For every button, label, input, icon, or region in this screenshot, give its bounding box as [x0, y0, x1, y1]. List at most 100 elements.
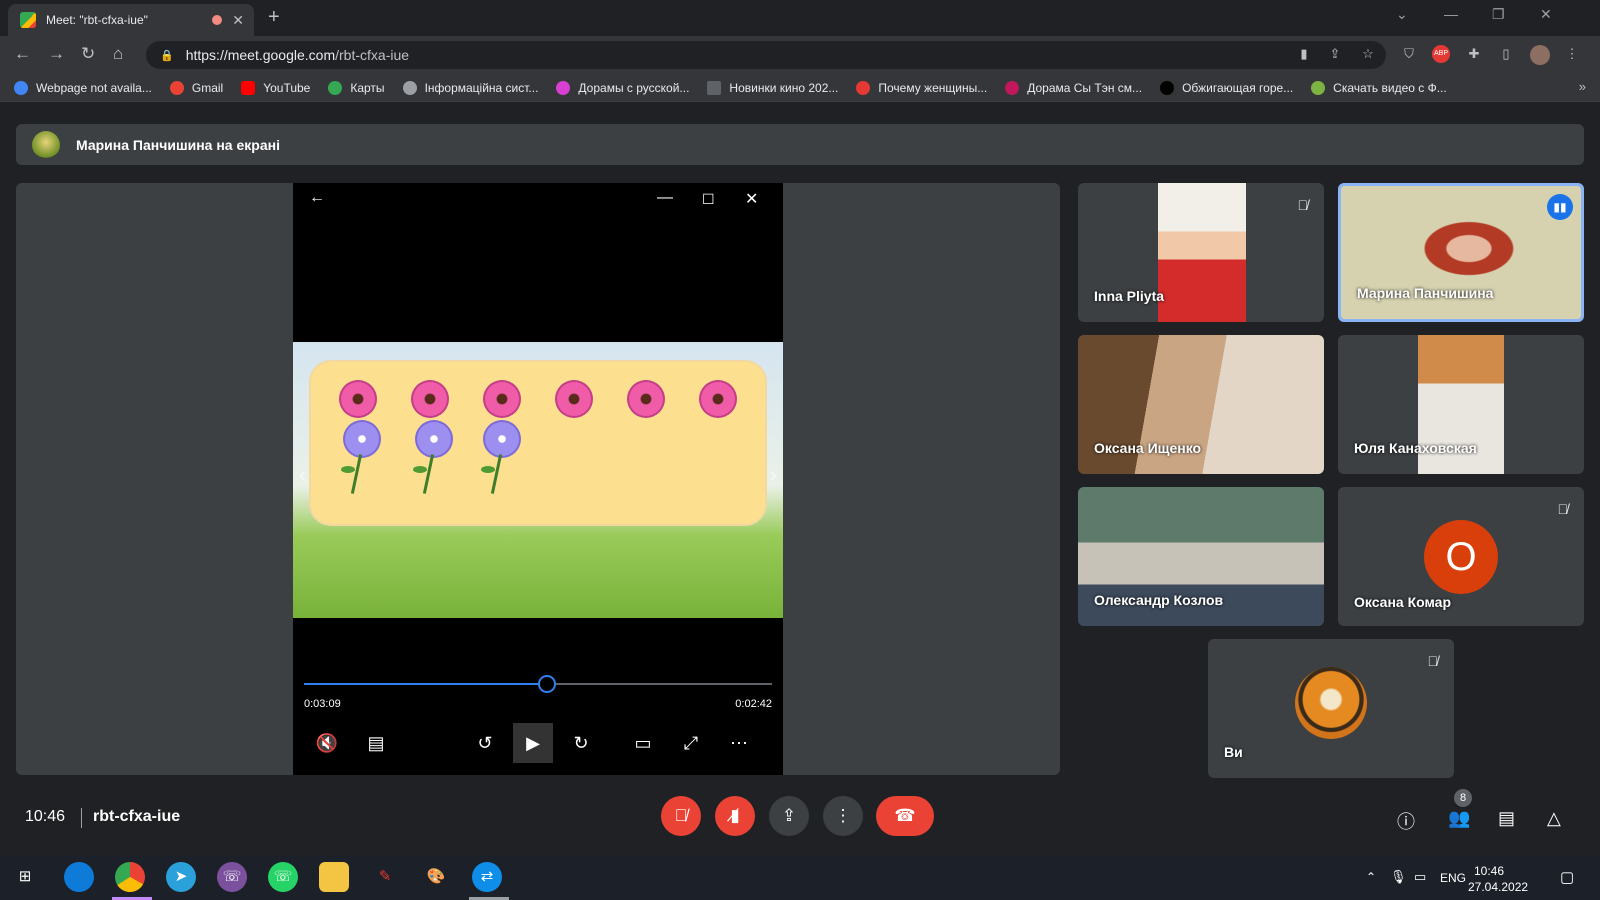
leaf-icon [341, 466, 355, 473]
camera-toggle-button[interactable]: ▮̸ [715, 796, 755, 836]
address-bar[interactable]: 🔒 https://meet.google.com/rbt-cfxa-iue [146, 41, 1386, 69]
presenter-avatar [32, 130, 60, 159]
tray-time[interactable]: 10:46 [1474, 864, 1504, 878]
chrome-icon[interactable] [115, 862, 145, 892]
bookmark-item[interactable]: Карты [328, 80, 385, 95]
close-window-button[interactable]: ✕ [1540, 6, 1552, 23]
meet-favicon-icon [20, 12, 36, 28]
player-close-icon: ✕ [745, 191, 759, 208]
participant-name: Юля Канаховская [1354, 440, 1477, 456]
notifications-icon[interactable]: ▢ [1560, 868, 1574, 886]
restore-window-button[interactable]: ❐ [1492, 6, 1505, 23]
profile-avatar[interactable] [1530, 45, 1550, 65]
activities-icon[interactable]: △ [1547, 808, 1561, 829]
participant-avatar: О [1424, 519, 1498, 594]
dark-circle-icon [1160, 80, 1175, 95]
bookmark-item[interactable]: Інформаційна сист... [402, 80, 539, 95]
participant-tile[interactable]: Олександр Козлов [1078, 487, 1324, 626]
participant-tile[interactable]: Юля Канаховская [1338, 335, 1584, 474]
video-frame: ‹ › [293, 342, 783, 618]
pen-app-icon[interactable]: ✎ [370, 862, 400, 892]
leave-call-button[interactable]: ☎ [876, 796, 934, 836]
bookmark-label: YouTube [263, 80, 311, 95]
meeting-clock: 10:46 [25, 808, 66, 825]
more-bookmarks-button[interactable]: » [1579, 79, 1586, 94]
back-icon[interactable]: ← [14, 44, 31, 64]
play-icon [556, 80, 571, 95]
home-icon[interactable]: ⌂ [113, 44, 123, 64]
flower-card [309, 360, 767, 526]
more-options-icon: ⋯ [730, 733, 748, 753]
participant-video [1158, 183, 1246, 322]
bookmark-label: Дорамы с русской... [578, 80, 690, 95]
participant-tile[interactable]: ▮▮ Марина Панчишина [1338, 183, 1584, 322]
participant-name: Ви [1224, 744, 1243, 760]
bookmark-star-icon[interactable]: ☆ [1359, 45, 1377, 63]
bookmark-label: Інформаційна сист... [424, 80, 539, 95]
tray-language[interactable]: ENG [1440, 871, 1466, 885]
bookmark-item[interactable]: Скачать видео с Ф... [1311, 80, 1447, 95]
bookmark-item[interactable]: Webpage not availa... [14, 80, 152, 95]
flower-stem [422, 454, 435, 494]
presenting-banner: Марина Панчишина на екрані [16, 124, 1584, 165]
windows-start-icon[interactable]: ⊞ [10, 862, 40, 892]
chrome-menu-icon[interactable]: ⋮ [1563, 45, 1581, 63]
file-explorer-icon[interactable] [319, 862, 349, 892]
teamviewer-icon[interactable]: ⇄ [472, 862, 502, 892]
participant-tile[interactable]: 🎙̸ О Оксана Комар [1338, 487, 1584, 626]
close-tab-icon[interactable]: ✕ [232, 12, 244, 29]
self-avatar-tiger [1295, 666, 1367, 739]
present-now-button[interactable]: ⇪ [769, 796, 809, 836]
browser-tab[interactable]: Meet: "rbt-cfxa-iue" ✕ [8, 4, 254, 36]
bookmark-item[interactable]: Gmail [169, 80, 224, 95]
minimize-window-button[interactable]: — [1444, 6, 1458, 22]
new-tab-button[interactable]: + [268, 6, 280, 29]
bookmark-label: Новинки кино 202... [729, 80, 839, 95]
participant-name: Оксана Комар [1354, 594, 1452, 610]
bookmark-label: Gmail [191, 80, 224, 95]
tray-mic-icon[interactable]: 🎙 [1390, 869, 1407, 885]
microphone-toggle-button[interactable]: 🎙̸ [661, 796, 701, 836]
bookmark-item[interactable]: YouTube [241, 80, 311, 95]
telegram-icon[interactable]: ➤ [166, 862, 196, 892]
slide-next-icon: › [769, 462, 777, 487]
adblock-extension-icon[interactable]: ABP [1432, 45, 1450, 63]
skip-back-10-icon: ↺ [477, 733, 493, 753]
tray-show-hidden-icon[interactable]: ⌃ [1366, 870, 1376, 884]
camera-in-use-icon[interactable]: ▮ [1295, 45, 1313, 63]
participant-tile[interactable]: 🎙̸ Inna Pliyta [1078, 183, 1324, 322]
tab-search-icon[interactable]: ⌄ [1396, 6, 1408, 23]
skip-forward-30-icon: ↻ [573, 733, 589, 753]
bookmark-item[interactable]: Новинки кино 202... [707, 80, 839, 95]
url-text: https://meet.google.com/rbt-cfxa-iue [186, 47, 409, 63]
side-panel-icon[interactable]: ▯ [1497, 45, 1515, 63]
tab-title: Meet: "rbt-cfxa-iue" [46, 13, 148, 27]
player-maximize-icon: ☐ [702, 191, 715, 207]
seek-thumb [538, 675, 557, 693]
player-minimize-icon: — [657, 189, 673, 206]
mic-off-icon: 🎙̸ [1557, 501, 1569, 517]
whatsapp-icon[interactable]: ☏ [268, 862, 298, 892]
bookmark-item[interactable]: Обжигающая горе... [1160, 80, 1293, 95]
people-icon[interactable]: 👥 [1448, 808, 1470, 829]
globe-icon [402, 80, 417, 95]
reload-icon[interactable]: ↻ [81, 44, 95, 64]
forward-icon[interactable]: → [48, 44, 65, 64]
tray-battery-icon[interactable]: ▭ [1414, 869, 1426, 885]
share-icon[interactable]: ⇪ [1326, 45, 1344, 63]
paint-app-icon[interactable]: 🎨 [421, 862, 451, 892]
tray-date[interactable]: 27.04.2022 [1468, 880, 1528, 894]
chat-icon[interactable]: ▤ [1498, 808, 1515, 829]
bookmark-item[interactable]: Дорама Сы Тэн см... [1005, 80, 1142, 95]
shield-extension-icon[interactable]: ⛉ [1400, 45, 1418, 63]
extensions-puzzle-icon[interactable]: ✚ [1465, 45, 1483, 63]
meeting-details-icon[interactable]: ⓘ [1397, 808, 1415, 834]
participant-tile[interactable]: Оксана Ищенко [1078, 335, 1324, 474]
more-options-button[interactable]: ⋮ [823, 796, 863, 836]
bookmark-item[interactable]: Дорамы с русской... [556, 80, 690, 95]
edge-icon[interactable] [64, 862, 94, 892]
bookmark-item[interactable]: Почему женщины... [856, 80, 987, 95]
viber-icon[interactable]: ☏ [217, 862, 247, 892]
mic-off-icon: 🎙̸ [1297, 197, 1309, 213]
participant-tile-self[interactable]: 🎙̸ Ви [1208, 639, 1454, 778]
